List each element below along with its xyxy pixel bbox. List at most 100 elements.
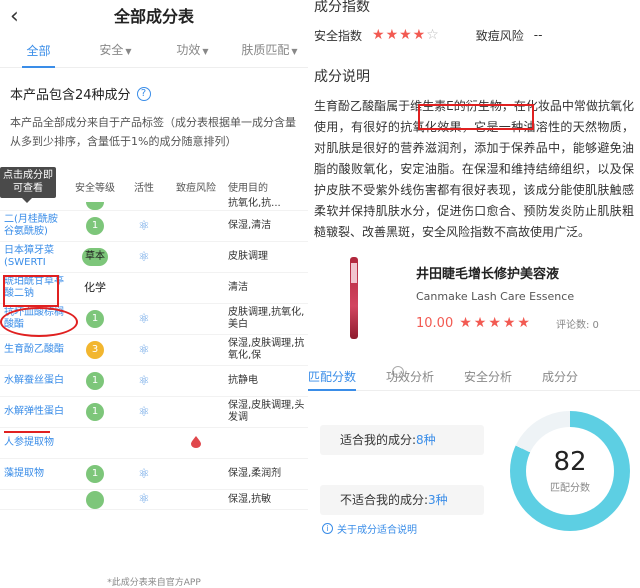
activity-cell: ⚛ bbox=[124, 250, 164, 265]
safety-badge: 1 bbox=[86, 310, 104, 328]
table-row[interactable]: ⚛ 保湿,抗敏 bbox=[0, 490, 308, 510]
tab-label: 安全 bbox=[99, 42, 124, 57]
product-rating: 10.00 ★★★★★ 评论数: 0 bbox=[416, 315, 599, 331]
header-safety: 安全等级 bbox=[75, 182, 115, 194]
tab-label: 肤质匹配 bbox=[241, 42, 290, 57]
safety-cell: 1 bbox=[66, 403, 124, 421]
ingredient-table: 抗氧化,抗... 二(月桂酰胺谷氨酰胺) 1 ⚛ 保湿,清洁 日本獐牙菜(SWE… bbox=[0, 197, 308, 510]
tab-safety-analysis[interactable]: 安全分析 bbox=[464, 363, 512, 391]
tab-label: 全部 bbox=[26, 43, 51, 58]
product-image[interactable] bbox=[350, 257, 358, 339]
table-row[interactable]: 水解蚕丝蛋白 1 ⚛ 抗静电 bbox=[0, 366, 308, 397]
table-row[interactable]: 生育酚乙酸酯 3 ⚛ 保湿,皮肤调理,抗氧化,保 bbox=[0, 335, 308, 366]
molecule-icon: ⚛ bbox=[138, 342, 150, 358]
ingredient-name[interactable]: 生育酚乙酸酯 bbox=[0, 344, 66, 356]
acne-risk-label: 致痘风险 bbox=[475, 28, 524, 43]
activity-cell: ⚛ bbox=[124, 312, 164, 327]
source-footer: *此成分表来自官方APP bbox=[0, 578, 308, 588]
activity-cell: ⚛ bbox=[124, 219, 164, 234]
suitable-count: 8种 bbox=[416, 433, 436, 447]
product-english-name: Canmake Lash Care Essence bbox=[416, 290, 575, 303]
acne-risk-drop-icon bbox=[191, 435, 201, 448]
activity-cell: ⚛ bbox=[124, 492, 164, 507]
header-acne-risk: 致痘风险 bbox=[176, 182, 216, 194]
help-icon[interactable]: ? bbox=[136, 86, 151, 101]
table-header: 安全等级 活性 致痘风险 使用目的 点击成分即可查看 bbox=[0, 167, 308, 203]
purpose: 保湿,皮肤调理,头发调 bbox=[228, 400, 305, 423]
count-text: 本产品包含24种成分 bbox=[10, 88, 131, 103]
safety-badge: 1 bbox=[86, 372, 104, 390]
page-title: 全部成分表 bbox=[113, 7, 194, 26]
safety-badge bbox=[86, 202, 104, 210]
molecule-icon: ⚛ bbox=[138, 218, 150, 234]
ingredient-list-panel: ‹ 全部成分表 全部 安全 ▼ 功效 ▼ 肤质匹配 ▼ 本产品包含24种成分 ? 本产… bbox=[0, 0, 308, 588]
about-link[interactable]: i 关于成分适合说明 bbox=[322, 521, 417, 536]
highlight-box bbox=[3, 275, 59, 307]
safety-badge: 1 bbox=[86, 217, 104, 235]
top-bar: ‹ 全部成分表 bbox=[0, 0, 308, 34]
safety-cell: 1 bbox=[66, 465, 124, 483]
molecule-icon: ⚛ bbox=[138, 492, 150, 507]
table-row[interactable]: 抗氧化,抗... bbox=[0, 197, 308, 211]
purpose: 保湿,清洁 bbox=[228, 220, 272, 231]
highlight-oval bbox=[0, 307, 78, 337]
ingredient-name[interactable]: 水解弹性蛋白 bbox=[0, 406, 66, 418]
ingredient-name[interactable]: 二(月桂酰胺谷氨酰胺) bbox=[0, 214, 66, 238]
safety-cell: 草本 bbox=[66, 248, 124, 266]
purpose: 皮肤调理,抗氧化,美白 bbox=[228, 307, 305, 330]
back-icon[interactable]: ‹ bbox=[10, 0, 19, 34]
safety-badge bbox=[86, 490, 104, 509]
desc-title: 成分说明 bbox=[314, 69, 370, 85]
ingredient-name[interactable]: 水解蚕丝蛋白 bbox=[0, 375, 66, 387]
purpose: 保湿,柔润剂 bbox=[228, 468, 282, 479]
ingredient-name[interactable]: 人参提取物 bbox=[0, 437, 66, 449]
molecule-icon: ⚛ bbox=[138, 404, 150, 420]
table-row[interactable]: 藻提取物 1 ⚛ 保湿,柔润剂 bbox=[0, 459, 308, 490]
safety-badge: 3 bbox=[86, 341, 104, 359]
ingredient-name[interactable]: 藻提取物 bbox=[0, 468, 66, 480]
table-row[interactable]: 水解弹性蛋白 1 ⚛ 保湿,皮肤调理,头发调 bbox=[0, 397, 308, 428]
index-title: 成分指数 bbox=[314, 0, 370, 15]
activity-cell: ⚛ bbox=[124, 343, 164, 358]
acne-risk-value: -- bbox=[533, 28, 543, 42]
unsuitable-label: 不适合我的成分: bbox=[340, 493, 429, 507]
tab-match-score[interactable]: 匹配分数 bbox=[308, 363, 357, 391]
highlight-box bbox=[418, 104, 534, 130]
purpose: 保湿,皮肤调理,抗氧化,保 bbox=[228, 338, 305, 361]
table-row[interactable]: 二(月桂酰胺谷氨酰胺) 1 ⚛ 保湿,清洁 bbox=[0, 211, 308, 242]
safety-cell: 1 bbox=[66, 372, 124, 390]
activity-cell: ⚛ bbox=[124, 405, 164, 420]
tab-ingredient-analysis[interactable]: 成分分 bbox=[542, 363, 578, 391]
tab-safety[interactable]: 安全 ▼ bbox=[77, 33, 154, 69]
suitable-ingredients[interactable]: 适合我的成分:8种 bbox=[320, 425, 484, 455]
activity-cell: ⚛ bbox=[124, 374, 164, 389]
table-row[interactable]: 日本獐牙菜(SWERTI 草本 ⚛ 皮肤调理 bbox=[0, 242, 308, 273]
tab-efficacy-analysis[interactable]: 功效分析 bbox=[386, 363, 434, 391]
safety-index-row: 安全指数 ★★★★☆ 致痘风险 -- bbox=[308, 16, 640, 46]
purpose: 抗氧化,抗... bbox=[228, 198, 281, 209]
purpose: 皮肤调理 bbox=[228, 251, 268, 262]
ingredient-count: 本产品包含24种成分 ? bbox=[0, 68, 308, 103]
tab-efficacy[interactable]: 功效 ▼ bbox=[154, 33, 231, 69]
purpose: 保湿,抗敏 bbox=[228, 493, 272, 505]
safety-badge: 1 bbox=[86, 403, 104, 421]
safety-cell: 1 bbox=[66, 217, 124, 235]
safety-cell bbox=[66, 490, 124, 509]
suitable-label: 适合我的成分: bbox=[340, 433, 417, 447]
related-product[interactable]: 井田睫毛增长修护美容液 Canmake Lash Care Essence 10… bbox=[308, 243, 640, 339]
purpose: 抗静电 bbox=[228, 375, 258, 386]
tab-skin-match[interactable]: 肤质匹配 ▼ bbox=[231, 33, 308, 69]
review-count: 评论数: 0 bbox=[555, 319, 599, 331]
safety-cell: 3 bbox=[66, 341, 124, 359]
unsuitable-ingredients[interactable]: 不适合我的成分:3种 bbox=[320, 485, 484, 515]
product-info: 井田睫毛增长修护美容液 Canmake Lash Care Essence 10… bbox=[416, 263, 599, 335]
product-stars: ★★★★★ bbox=[459, 315, 532, 331]
product-name[interactable]: 井田睫毛增长修护美容液 bbox=[416, 263, 599, 282]
tab-all[interactable]: 全部 bbox=[0, 34, 77, 68]
safety-cell: 化学 bbox=[66, 279, 124, 297]
ingredient-name[interactable]: 日本獐牙菜(SWERTI bbox=[0, 245, 66, 269]
caret-down-icon: ▼ bbox=[291, 46, 298, 56]
header-purpose: 使用目的 bbox=[228, 182, 268, 194]
match-section: 适合我的成分:8种 不适合我的成分:3种 82 匹配分数 i 关于成分适合说明 bbox=[308, 391, 640, 541]
analysis-tabs: 匹配分数 功效分析 安全分析 成分分 bbox=[308, 363, 640, 391]
